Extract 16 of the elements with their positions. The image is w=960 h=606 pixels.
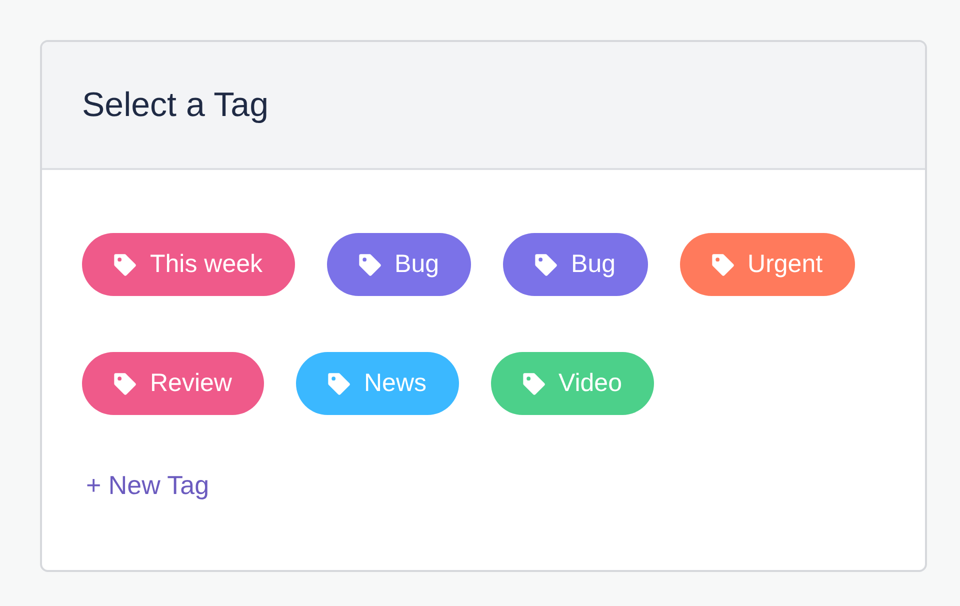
tag-icon <box>112 370 138 396</box>
tag-icon <box>533 252 560 278</box>
new-tag-link[interactable]: + New Tag <box>86 470 210 501</box>
tag-icon <box>356 252 383 278</box>
card-title: Select a Tag <box>82 86 269 124</box>
tag-chip[interactable]: Video <box>490 352 654 415</box>
tag-chip[interactable]: News <box>296 352 458 415</box>
tag-icon <box>520 370 546 396</box>
tag-chip[interactable]: Bug <box>326 233 472 296</box>
tag-chip[interactable]: Review <box>82 352 264 415</box>
tag-icon <box>326 370 352 396</box>
tag-icon <box>710 252 736 278</box>
tag-icon <box>112 252 138 278</box>
tag-chip[interactable]: Urgent <box>680 233 855 296</box>
tag-chip[interactable]: Bug <box>503 233 648 296</box>
tag-chip[interactable]: This week <box>82 233 295 296</box>
